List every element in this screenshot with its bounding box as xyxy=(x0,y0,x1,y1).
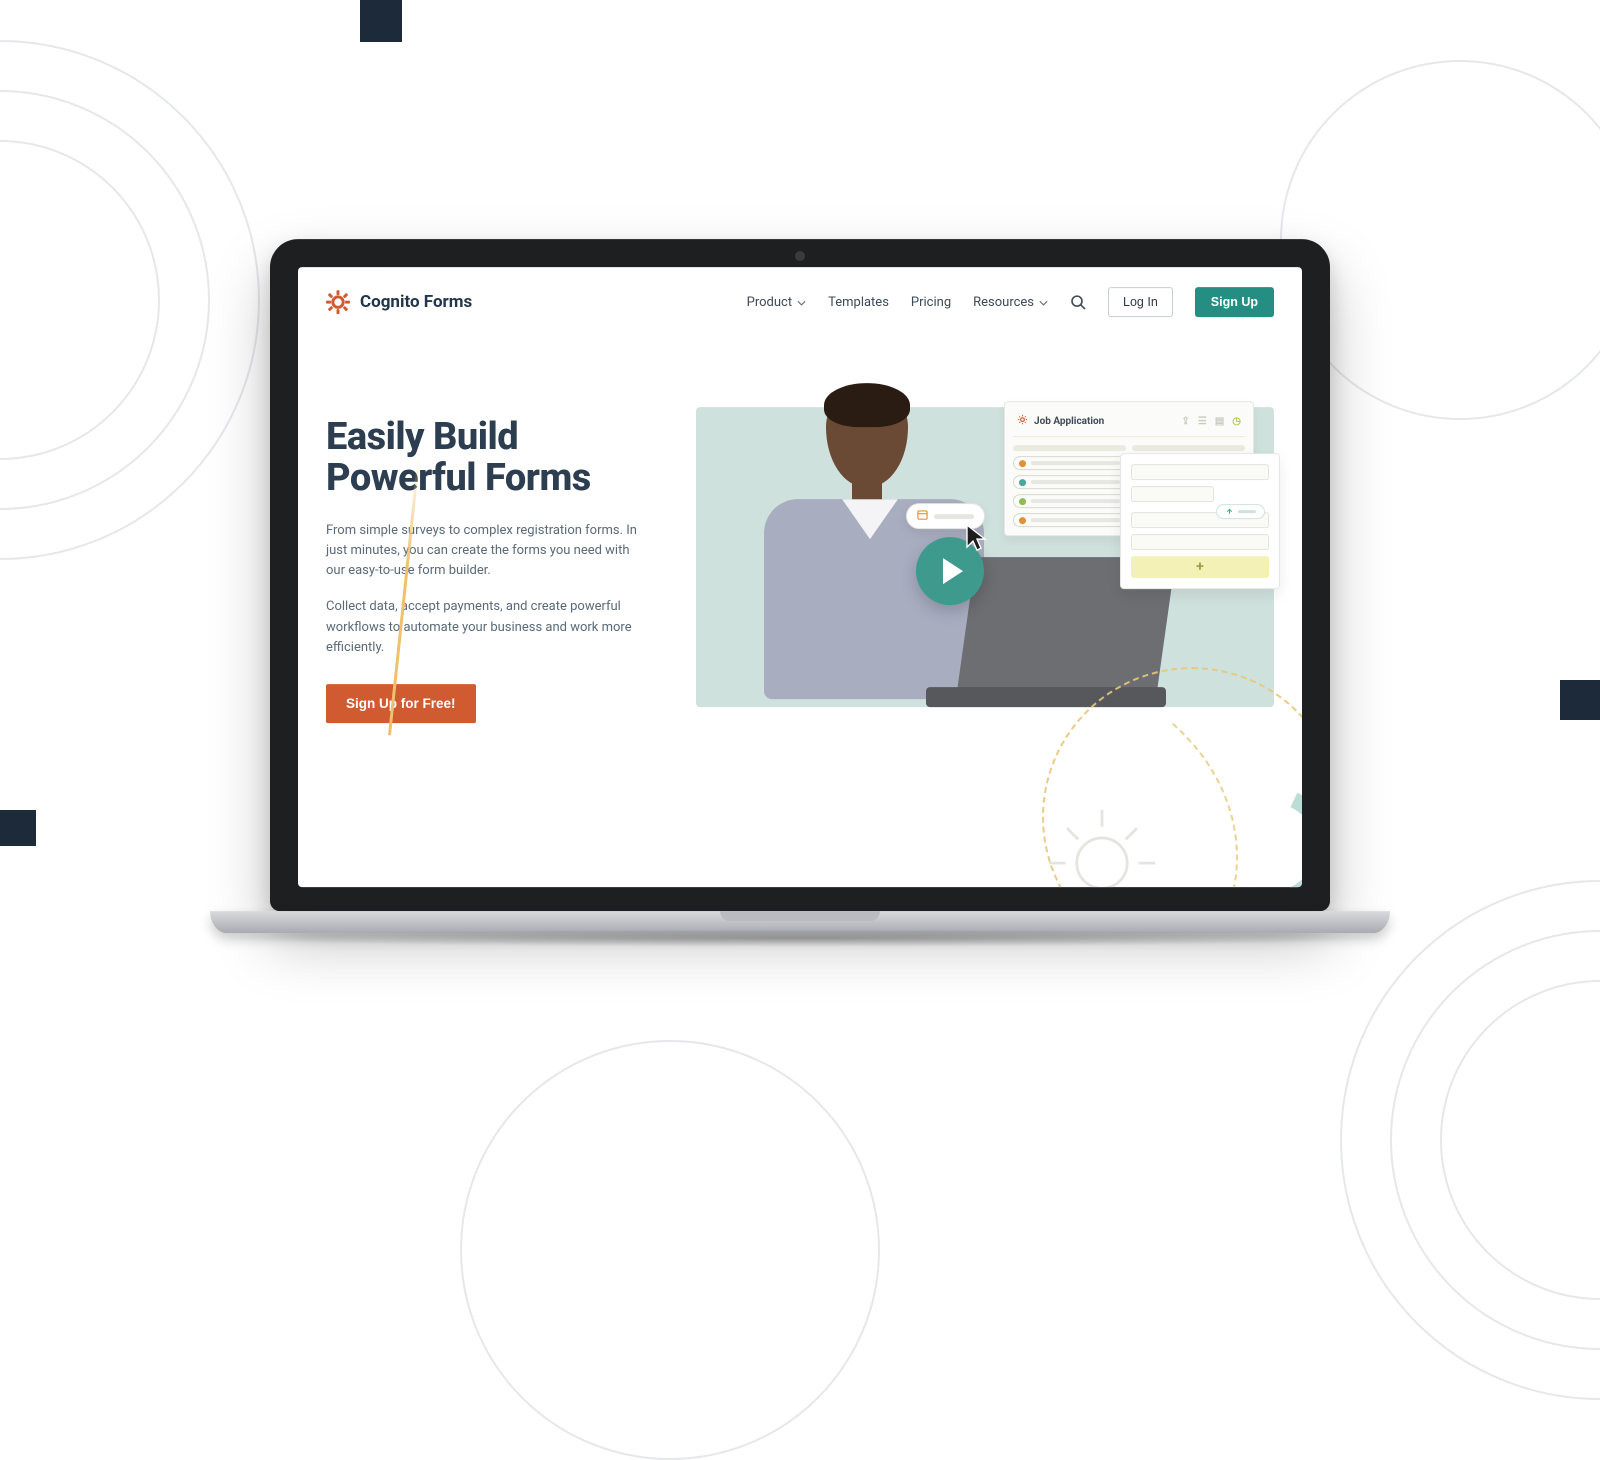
add-field-row: + xyxy=(1131,556,1269,578)
laptop-base xyxy=(210,911,1390,933)
nav-label: Pricing xyxy=(911,295,951,310)
brand-name: Cognito Forms xyxy=(360,292,472,312)
main-nav: Product Templates Pricing Resources xyxy=(747,287,1274,317)
nav-label: Product xyxy=(747,295,792,310)
clock-icon: ◷ xyxy=(1232,416,1241,427)
chevron-down-icon xyxy=(1039,295,1048,310)
calendar-icon xyxy=(917,509,928,523)
upload-chip xyxy=(1216,504,1265,519)
bg-circle xyxy=(460,1040,880,1460)
laptop-bezel: Cognito Forms Product Templates Pricing xyxy=(270,239,1330,911)
bg-square xyxy=(360,0,402,42)
site-header: Cognito Forms Product Templates Pricing xyxy=(298,267,1302,337)
hero-title-line: Easily Build xyxy=(326,415,518,459)
form-mock-title: Job Application xyxy=(1034,416,1104,427)
gear-icon xyxy=(1017,414,1028,428)
nav-label: Resources xyxy=(973,295,1034,310)
signup-free-button[interactable]: Sign Up for Free! xyxy=(326,684,476,723)
columns-icon: ☰ xyxy=(1198,416,1207,427)
bg-square xyxy=(1560,680,1600,720)
laptop-mockup: Cognito Forms Product Templates Pricing xyxy=(270,239,1330,933)
hero-section: Easily Build Powerful Forms From simple … xyxy=(298,337,1302,727)
hero-copy: Easily Build Powerful Forms From simple … xyxy=(326,387,666,723)
hero-title-line: Powerful Forms xyxy=(326,456,591,500)
login-button[interactable]: Log In xyxy=(1108,287,1173,317)
nav-resources[interactable]: Resources xyxy=(973,295,1048,310)
nav-templates[interactable]: Templates xyxy=(828,295,889,310)
search-icon[interactable] xyxy=(1070,294,1086,310)
video-panel: Job Application ⇪ ☰ ▤ ◷ xyxy=(696,407,1274,707)
chevron-down-icon xyxy=(797,295,806,310)
bg-square xyxy=(0,810,36,846)
gear-icon xyxy=(326,290,350,314)
camera-dot xyxy=(795,251,805,261)
hero-title: Easily Build Powerful Forms xyxy=(326,417,666,499)
brand-logo[interactable]: Cognito Forms xyxy=(326,290,472,314)
layers-icon: ▤ xyxy=(1215,416,1224,427)
form-mock-toolbar: ⇪ ☰ ▤ ◷ xyxy=(1181,416,1241,427)
nav-pricing[interactable]: Pricing xyxy=(911,295,951,310)
hero-paragraph: From simple surveys to complex registrat… xyxy=(326,521,646,581)
share-icon: ⇪ xyxy=(1181,416,1189,427)
hero-paragraph: Collect data, accept payments, and creat… xyxy=(326,598,646,658)
laptop-screen: Cognito Forms Product Templates Pricing xyxy=(298,267,1302,887)
form-mock-header: Job Application ⇪ ☰ ▤ ◷ xyxy=(1013,410,1245,437)
nav-product[interactable]: Product xyxy=(747,295,806,310)
gear-outline-icon xyxy=(1032,793,1172,887)
form-preview-mock: + xyxy=(1120,453,1280,589)
nav-label: Templates xyxy=(828,295,889,310)
cursor-icon xyxy=(964,523,990,557)
signup-button[interactable]: Sign Up xyxy=(1195,287,1274,317)
